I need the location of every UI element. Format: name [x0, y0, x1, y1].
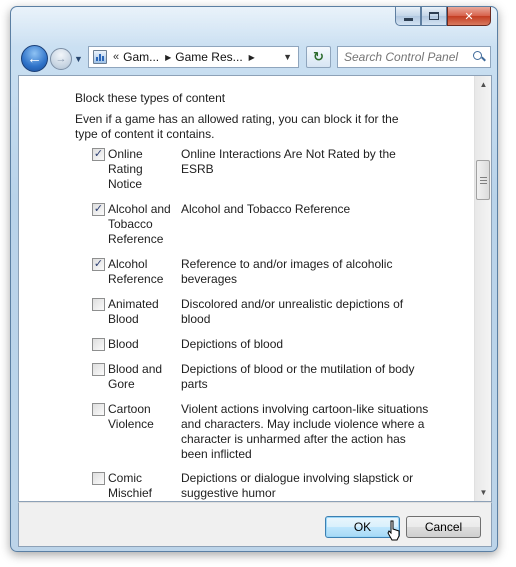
search-box[interactable]: [337, 46, 491, 68]
refresh-button[interactable]: ↻: [306, 46, 331, 68]
close-icon: ✕: [464, 10, 474, 23]
checkbox-label[interactable]: Comic Mischief: [108, 471, 178, 501]
list-item: Blood and Gore Depictions of blood or th…: [92, 362, 414, 391]
section-title: Block these types of content: [75, 91, 226, 105]
checkbox-blood[interactable]: [92, 338, 105, 351]
back-button[interactable]: ←: [21, 45, 48, 72]
list-item: Comic Mischief Depictions or dialogue in…: [92, 471, 413, 500]
window-frame: ✕ ← → ▼ « Gam... ▶ Game Res... ▶ ▼ ↻ Blo…: [10, 6, 498, 552]
content-description: Violent actions involving cartoon-like s…: [181, 402, 429, 461]
search-input[interactable]: [344, 50, 470, 64]
content-description: Depictions of blood: [181, 337, 284, 351]
maximize-icon: [429, 12, 439, 20]
chevron-down-icon: ▼: [74, 54, 83, 64]
breadcrumb-games[interactable]: Gam...: [123, 50, 159, 64]
vertical-scrollbar[interactable]: ▲ ▼: [474, 76, 491, 501]
content-description: Depictions or dialogue involving slapsti…: [181, 471, 414, 500]
forward-arrow-icon: →: [55, 53, 67, 65]
checkbox-label[interactable]: Blood and Gore: [108, 362, 178, 392]
checkbox-animated-blood[interactable]: [92, 298, 105, 311]
breadcrumb-separator-icon[interactable]: ▶: [249, 53, 255, 62]
checkbox-blood-and-gore[interactable]: [92, 363, 105, 376]
checkbox-label[interactable]: Blood: [108, 337, 178, 352]
check-icon: ✓: [93, 148, 104, 160]
content-description: Depictions of blood or the mutilation of…: [181, 362, 415, 391]
breadcrumb-game-restrictions[interactable]: Game Res...: [175, 50, 242, 64]
close-button[interactable]: ✕: [447, 7, 491, 26]
dialog-footer: OK Cancel: [18, 502, 492, 547]
address-overflow-icon[interactable]: «: [113, 51, 119, 63]
content-description: Reference to and/or images of alcoholic …: [181, 257, 393, 286]
content-description: Alcohol and Tobacco Reference: [181, 202, 351, 216]
checkbox-label[interactable]: Cartoon Violence: [108, 402, 178, 432]
checkbox-comic-mischief[interactable]: [92, 472, 105, 485]
search-icon[interactable]: [472, 50, 486, 64]
check-icon: ✓: [93, 203, 104, 215]
list-item: Blood Depictions of blood: [92, 337, 283, 351]
cancel-button[interactable]: Cancel: [406, 516, 481, 538]
checkbox-alcohol-and-tobacco-reference[interactable]: ✓: [92, 203, 105, 216]
checkbox-online-rating-notice[interactable]: ✓: [92, 148, 105, 161]
back-arrow-icon: ←: [27, 50, 42, 67]
mouse-pointer-icon: [387, 520, 400, 541]
checkbox-label[interactable]: Animated Blood: [108, 297, 178, 327]
control-panel-icon: [93, 50, 107, 64]
section-description: Even if a game has an allowed rating, yo…: [75, 112, 399, 141]
content-description: Online Interactions Are Not Rated by the…: [181, 147, 396, 176]
forward-button[interactable]: →: [50, 48, 72, 70]
scroll-up-icon: ▲: [479, 80, 488, 89]
list-item: Animated Blood Discolored and/or unreali…: [92, 297, 403, 326]
checkbox-label[interactable]: Alcohol Reference: [108, 257, 178, 287]
caption-buttons: ✕: [395, 7, 491, 26]
recent-pages-dropdown[interactable]: ▼: [74, 54, 83, 64]
address-bar[interactable]: « Gam... ▶ Game Res... ▶ ▼: [88, 46, 299, 68]
list-item: ✓ Alcohol and Tobacco Reference Alcohol …: [92, 202, 350, 246]
list-item: Cartoon Violence Violent actions involvi…: [92, 402, 428, 461]
checkbox-label[interactable]: Alcohol and Tobacco Reference: [108, 202, 178, 247]
list-item: ✓ Alcohol Reference Reference to and/or …: [92, 257, 392, 286]
content-description: Discolored and/or unrealistic depictions…: [181, 297, 404, 326]
minimize-button[interactable]: [395, 7, 421, 26]
checkbox-alcohol-reference[interactable]: ✓: [92, 258, 105, 271]
checkbox-label[interactable]: Online Rating Notice: [108, 147, 178, 192]
content-pane: Block these types of content Even if a g…: [18, 75, 492, 502]
scroll-down-icon: ▼: [479, 488, 488, 497]
scroll-down-button[interactable]: ▼: [475, 484, 491, 501]
address-dropdown-icon[interactable]: ▼: [283, 52, 292, 62]
scroll-up-button[interactable]: ▲: [475, 76, 491, 93]
breadcrumb-separator-icon[interactable]: ▶: [165, 53, 171, 62]
scrollbar-thumb[interactable]: [476, 160, 490, 200]
check-icon: ✓: [93, 258, 104, 270]
list-item: ✓ Online Rating Notice Online Interactio…: [92, 147, 396, 191]
refresh-icon: ↻: [313, 49, 324, 64]
minimize-icon: [403, 17, 413, 21]
checkbox-cartoon-violence[interactable]: [92, 403, 105, 416]
maximize-button[interactable]: [421, 7, 447, 26]
